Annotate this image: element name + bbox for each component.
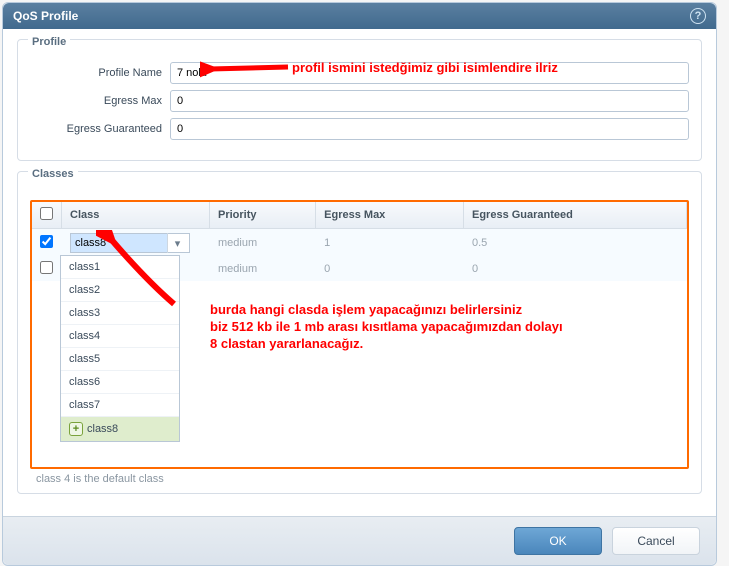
col-egress-max[interactable]: Egress Max (316, 202, 464, 229)
class-combo-input[interactable] (71, 234, 167, 252)
dialog-title: QoS Profile (13, 9, 78, 23)
profile-name-input[interactable] (170, 62, 689, 84)
dropdown-item-class2[interactable]: class2 (61, 278, 179, 301)
cell-class[interactable]: ▾ (62, 229, 210, 258)
dropdown-item-class6[interactable]: class6 (61, 370, 179, 393)
dropdown-item-class5[interactable]: class5 (61, 347, 179, 370)
dropdown-item-class4[interactable]: class4 (61, 324, 179, 347)
help-icon[interactable]: ? (690, 8, 706, 24)
row-checkbox[interactable] (40, 235, 53, 248)
profile-name-label: Profile Name (30, 67, 170, 79)
egress-gtd-input[interactable] (170, 118, 689, 140)
egress-max-row: Egress Max (30, 90, 689, 112)
egress-gtd-row: Egress Guaranteed (30, 118, 689, 140)
row-checkbox[interactable] (40, 261, 53, 274)
col-priority[interactable]: Priority (210, 202, 316, 229)
dialog-titlebar: QoS Profile ? (3, 3, 716, 29)
cell-priority: medium (210, 257, 316, 281)
egress-max-input[interactable] (170, 90, 689, 112)
dialog-buttonbar: OK Cancel (3, 516, 716, 565)
dropdown-item-class8[interactable]: + class8 (61, 416, 179, 441)
dropdown-item-label: class8 (87, 423, 118, 435)
profile-legend: Profile (28, 36, 70, 48)
classes-legend: Classes (28, 168, 78, 180)
cell-egress-gtd: 0.5 (464, 229, 687, 258)
dropdown-item-class7[interactable]: class7 (61, 393, 179, 416)
col-checkbox (32, 202, 62, 229)
classes-hint: class 4 is the default class (30, 469, 689, 487)
cancel-button[interactable]: Cancel (612, 527, 700, 555)
cell-egress-gtd: 0 (464, 257, 687, 281)
table-row[interactable]: ▾ medium 1 0.5 (32, 229, 687, 258)
egress-max-label: Egress Max (30, 95, 170, 107)
dropdown-item-class3[interactable]: class3 (61, 301, 179, 324)
ok-button[interactable]: OK (514, 527, 602, 555)
select-all-checkbox[interactable] (40, 207, 53, 220)
dialog-body: Profile Profile Name Egress Max Egress G… (3, 29, 716, 516)
plus-icon: + (69, 422, 83, 436)
qos-profile-dialog: QoS Profile ? Profile Profile Name Egres… (2, 2, 717, 566)
profile-fieldset: Profile Profile Name Egress Max Egress G… (17, 39, 702, 161)
chevron-down-icon[interactable]: ▾ (167, 233, 187, 253)
dropdown-item-class1[interactable]: class1 (61, 256, 179, 278)
cell-egress-max: 0 (316, 257, 464, 281)
col-class[interactable]: Class (62, 202, 210, 229)
col-egress-gtd[interactable]: Egress Guaranteed (464, 202, 687, 229)
cell-priority: medium (210, 229, 316, 258)
class-combobox[interactable]: ▾ (70, 233, 190, 253)
egress-gtd-label: Egress Guaranteed (30, 123, 170, 135)
profile-name-row: Profile Name (30, 62, 689, 84)
class-dropdown[interactable]: class1 class2 class3 class4 class5 class… (60, 255, 180, 442)
classes-fieldset: Classes Class Priority Egress Max Egress… (17, 171, 702, 494)
classes-table-wrap: Class Priority Egress Max Egress Guarant… (30, 200, 689, 469)
table-header-row: Class Priority Egress Max Egress Guarant… (32, 202, 687, 229)
cell-egress-max: 1 (316, 229, 464, 258)
